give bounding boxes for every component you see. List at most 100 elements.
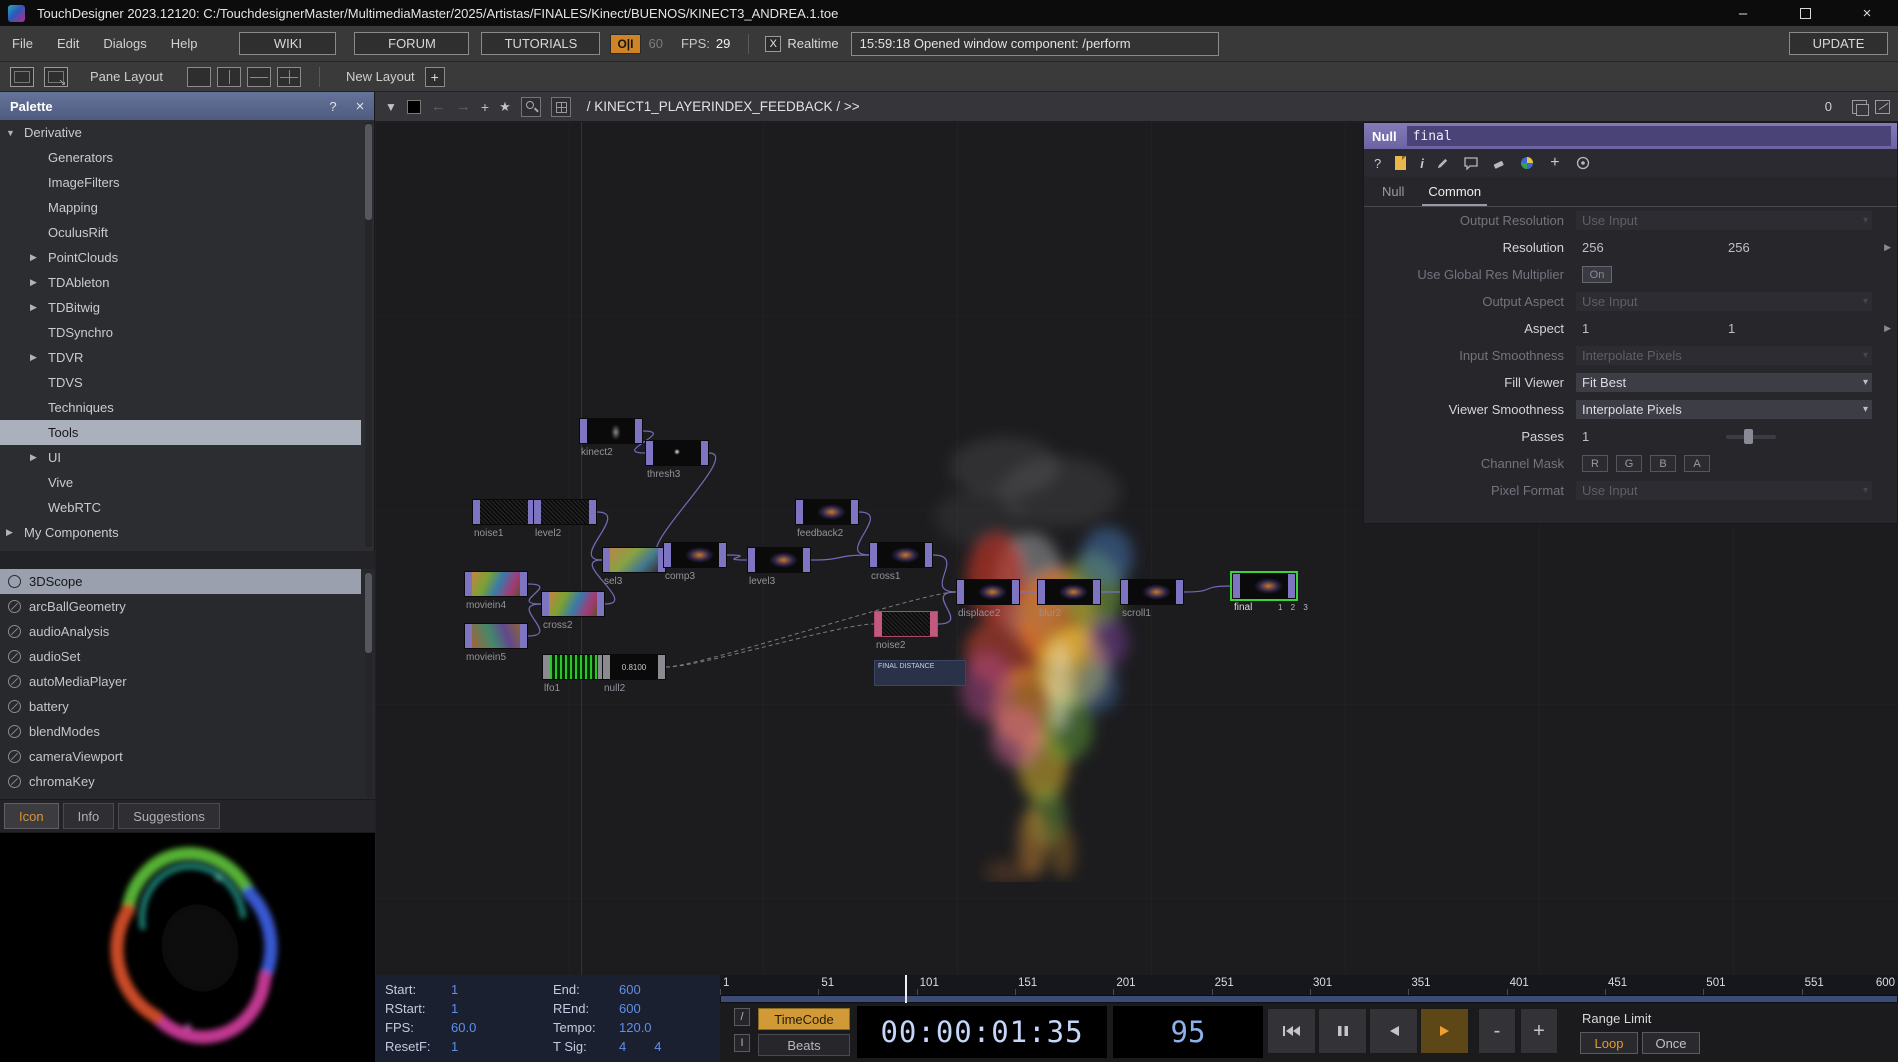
update-button[interactable]: UPDATE (1789, 32, 1888, 55)
param-expand-icon[interactable]: ▶ (1884, 242, 1891, 253)
grid-snap-icon[interactable] (551, 97, 571, 117)
field-value[interactable]: 60.0 (451, 1020, 476, 1035)
expand-arrow-icon[interactable]: ▶ (30, 277, 46, 288)
palette-list-item-audioanalysis[interactable]: audioAnalysis (0, 619, 361, 644)
playhead[interactable] (905, 975, 907, 995)
expand-arrow-icon[interactable]: ▶ (6, 527, 22, 538)
tutorials-button[interactable]: TUTORIALS (481, 32, 600, 55)
palette-tree-item-mapping[interactable]: Mapping (0, 195, 361, 220)
menu-help[interactable]: Help (171, 36, 198, 51)
clear-brush-icon[interactable] (1490, 154, 1508, 172)
field-value[interactable]: 1 (451, 1039, 458, 1054)
param-number-1[interactable]: 1 (1728, 321, 1868, 336)
scrollbar-handle[interactable] (365, 124, 372, 220)
palette-tab-info[interactable]: Info (63, 803, 115, 829)
add-parameter-icon[interactable]: + (1546, 154, 1564, 172)
node-null2[interactable]: 0.8100 (602, 654, 666, 680)
timeline-ruler[interactable]: 151101151201251301351401451501551600 (720, 975, 1898, 995)
target-icon[interactable] (1574, 154, 1592, 172)
midi-io-indicator[interactable]: O|I (610, 34, 640, 54)
node-blur2[interactable] (1037, 579, 1101, 605)
tab-common[interactable]: Common (1422, 177, 1487, 206)
param-slider-track[interactable] (1726, 435, 1776, 439)
layout-preset-single[interactable] (187, 67, 211, 87)
field-value[interactable]: 1 (451, 1001, 458, 1016)
node-cross2[interactable] (541, 591, 605, 617)
node-level2[interactable] (533, 499, 597, 525)
field-value[interactable]: 4 (619, 1039, 626, 1054)
network-path[interactable]: / KINECT1_PLAYERINDEX_FEEDBACK / >> (587, 99, 860, 114)
range-bar[interactable] (721, 996, 1897, 1002)
param-number-0[interactable]: 1 (1582, 321, 1722, 336)
timecode-mode-button[interactable]: TimeCode (758, 1008, 850, 1030)
palette-tree-item-my-components[interactable]: ▶My Components (0, 520, 361, 545)
palette-list-item-battery[interactable]: battery (0, 694, 361, 719)
node-noise1[interactable] (472, 499, 536, 525)
palette-help-button[interactable]: ? (320, 99, 346, 114)
param-number-0[interactable]: 256 (1582, 240, 1722, 255)
help-icon[interactable]: ? (1374, 156, 1381, 171)
field-value[interactable]: 600 (619, 1001, 641, 1016)
param-menu-fill-viewer[interactable]: Fit Best▾ (1576, 373, 1872, 392)
palette-list-item-automediaplayer[interactable]: autoMediaPlayer (0, 669, 361, 694)
node-cross1[interactable] (869, 542, 933, 568)
field-value[interactable]: 600 (619, 982, 641, 997)
node-thresh3[interactable] (645, 440, 709, 466)
language-page-icon[interactable] (1395, 156, 1406, 170)
palette-tree-item-pointclouds[interactable]: ▶PointClouds (0, 245, 361, 270)
pane-menu-icon[interactable]: ▼ (385, 100, 397, 114)
palette-tree-item-derivative[interactable]: ▼Derivative (0, 120, 361, 145)
param-expand-icon[interactable]: ▶ (1884, 323, 1891, 334)
palette-tree-item-webrtc[interactable]: WebRTC (0, 495, 361, 520)
add-layout-button[interactable]: + (425, 67, 445, 87)
palette-close-button[interactable]: × (346, 98, 374, 115)
param-number-1[interactable]: 256 (1728, 240, 1868, 255)
back-arrow-icon[interactable]: ← (431, 98, 446, 115)
floating-window-icon[interactable] (1852, 100, 1867, 114)
comment-bubble-icon[interactable] (1462, 154, 1480, 172)
palette-list-item-audioset[interactable]: audioSet (0, 644, 361, 669)
python-ball-icon[interactable] (1518, 154, 1536, 172)
node-feedback2[interactable] (795, 499, 859, 525)
comp-color-swatch[interactable] (407, 100, 421, 114)
expand-arrow-icon[interactable]: ▶ (30, 302, 46, 313)
expand-arrow-icon[interactable]: ▶ (30, 352, 46, 363)
expression-pencil-icon[interactable] (1434, 154, 1452, 172)
node-moviein4[interactable] (464, 571, 528, 597)
once-button[interactable]: Once (1642, 1032, 1700, 1054)
range-playhead[interactable] (905, 995, 907, 1003)
frame-display[interactable]: 95 (1113, 1006, 1263, 1058)
palette-tree-item-imagefilters[interactable]: ImageFilters (0, 170, 361, 195)
expand-arrow-icon[interactable]: ▶ (30, 252, 46, 263)
timeline-range-strip[interactable] (720, 995, 1898, 1003)
info-icon[interactable]: i (1420, 156, 1424, 171)
node-scroll1[interactable] (1120, 579, 1184, 605)
palette-tree-item-vive[interactable]: Vive (0, 470, 361, 495)
palette-list-item-cameraviewport[interactable]: cameraViewport (0, 744, 361, 769)
minimize-button[interactable]: – (1712, 0, 1774, 26)
collapse-arrow-icon[interactable]: ▼ (6, 128, 22, 138)
node-moviein5[interactable] (464, 623, 528, 649)
menu-file[interactable]: File (12, 36, 33, 51)
palette-tree-item-oculusrift[interactable]: OculusRift (0, 220, 361, 245)
param-number-0[interactable]: 1 (1582, 429, 1722, 444)
palette-tab-icon[interactable]: Icon (4, 803, 59, 829)
palette-list-item-arcballgeometry[interactable]: arcBallGeometry (0, 594, 361, 619)
node-level3[interactable] (747, 547, 811, 573)
node-lfo1[interactable] (542, 654, 606, 680)
palette-tree-item-tdbitwig[interactable]: ▶TDBitwig (0, 295, 361, 320)
palette-tab-suggestions[interactable]: Suggestions (118, 803, 220, 829)
palette-tree-item-generators[interactable]: Generators (0, 145, 361, 170)
menu-dialogs[interactable]: Dialogs (103, 36, 146, 51)
palette-list-item-chromakey[interactable]: chromaKey (0, 769, 361, 794)
play-reverse-button[interactable] (1369, 1008, 1418, 1054)
play-button[interactable] (1420, 1008, 1469, 1054)
beats-mode-button[interactable]: Beats (758, 1034, 850, 1056)
step-forward-button[interactable]: + (1520, 1008, 1558, 1054)
pane-view-icon[interactable] (10, 67, 34, 87)
node-sel3[interactable] (602, 547, 666, 573)
node-kinect2[interactable] (579, 418, 643, 444)
layout-preset-hsplit[interactable] (247, 67, 271, 87)
timeline-independent-button[interactable]: I (734, 1034, 750, 1052)
bookmark-star-icon[interactable]: ★ (499, 99, 511, 115)
